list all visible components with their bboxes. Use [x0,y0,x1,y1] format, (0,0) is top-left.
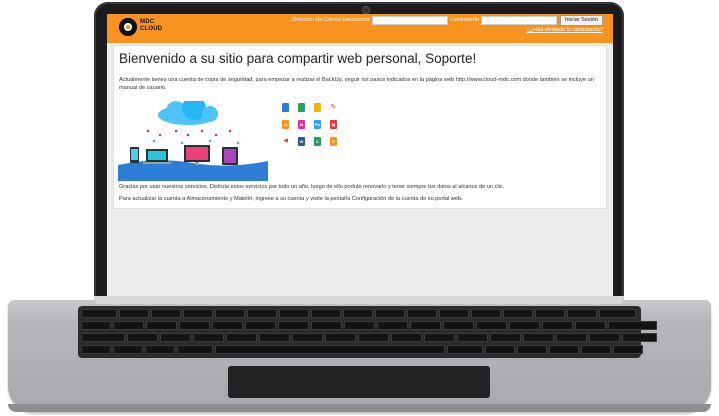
laptop-device-icon [143,149,171,164]
page-title: Bienvenido a su sitio para compartir web… [119,51,477,66]
laptop-screen: MDC CLOUD Dirección De Correo Electrónic… [107,14,613,296]
image-icon: ▣ [330,120,337,129]
powerpoint-icon: P [330,137,337,146]
excel-icon: X [314,137,321,146]
data-dots [146,129,240,145]
touchpad [228,366,490,398]
audio-icon: ◀ [282,137,289,146]
tablet-icon [222,147,238,165]
illustrator-icon: Ai [282,120,289,129]
sheet-icon [298,103,305,112]
slides-icon [314,103,321,112]
keyboard-row [81,333,657,342]
password-field[interactable] [480,15,557,25]
login-button[interactable]: Iniciar Sesión [559,14,603,26]
indesign-icon: Id [298,120,305,129]
laptop-hinge [94,296,624,304]
desk-shape [118,160,268,181]
cloud-devices-illustration [118,101,268,181]
email-label: Dirección De Correo Electrónico [290,17,370,23]
keyboard [78,306,657,358]
pdf-icon: ✎ [330,103,337,112]
keyboard-row [81,321,657,330]
intro-text: Actualmente tienes una cuenta de copia d… [119,77,594,91]
word-icon: W [298,137,305,146]
webcam-icon [363,7,369,13]
doc-icon [282,103,289,112]
laptop-front-edge [8,404,711,412]
file-type-icons: ✎ Ai Id Ps ▣ ◀ W X P [282,103,348,159]
welcome-panel: Bienvenido a su sitio para compartir web… [113,45,607,209]
keyboard-row [81,345,643,354]
monitor-icon [184,145,210,165]
upgrade-text: Para actualizar la cuenta a Almacenamien… [119,196,463,202]
phone-icon [130,147,139,163]
forgot-password-link[interactable]: ¿¿Has olvidado tu contraseña? [527,27,603,33]
eye-logo-icon [119,18,137,36]
login-form: Dirección De Correo Electrónico Contrase… [290,14,603,26]
keyboard-row [81,309,636,318]
cloud-icon [158,101,218,125]
photoshop-icon: Ps [314,120,321,129]
mdc-cloud-logo[interactable]: MDC CLOUD [119,16,179,40]
email-field[interactable] [371,15,448,25]
thanks-text: Gracias por usar nuestros servicios. Dis… [119,184,505,190]
site-header: MDC CLOUD Dirección De Correo Electrónic… [107,14,613,43]
logo-text: MDC CLOUD [140,19,163,32]
password-label: Contraseña [450,17,479,23]
